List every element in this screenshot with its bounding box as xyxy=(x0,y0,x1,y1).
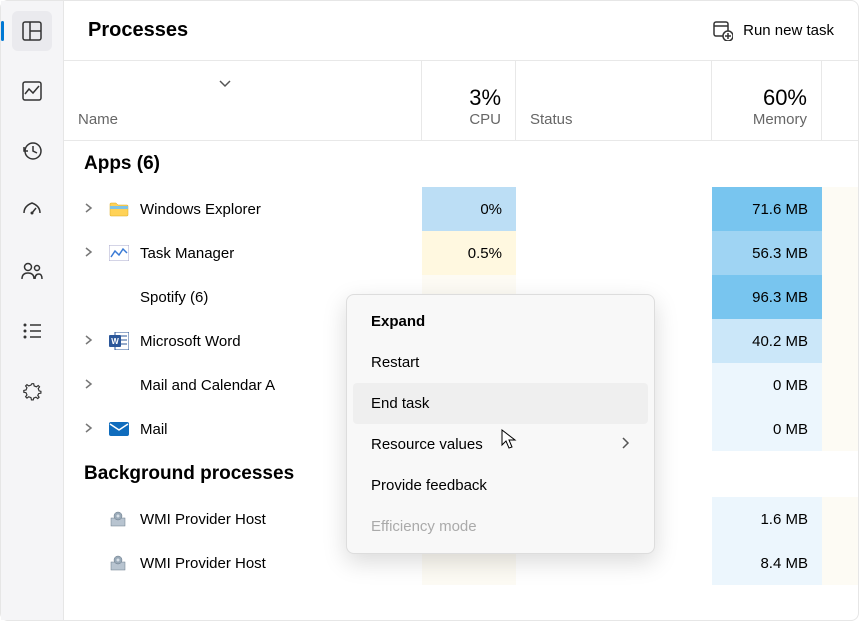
cell-fill xyxy=(822,497,858,541)
app-icon xyxy=(108,375,130,395)
col-cpu[interactable]: 3% CPU xyxy=(422,61,516,140)
app-icon xyxy=(108,553,130,573)
menu-item-provide-feedback[interactable]: Provide feedback xyxy=(353,465,648,506)
performance-icon xyxy=(22,81,42,101)
cell-fill xyxy=(822,363,858,407)
cell-cpu: 0.5% xyxy=(422,231,516,275)
col-name[interactable]: Name xyxy=(64,61,422,140)
menu-item-efficiency-mode: Efficiency mode xyxy=(353,506,648,547)
cell-memory: 96.3 MB xyxy=(712,275,822,319)
run-new-task-button[interactable]: Run new task xyxy=(713,21,834,41)
column-headers: Name 3% CPU Status 60% Memory xyxy=(64,61,858,141)
process-name: Windows Explorer xyxy=(140,201,261,218)
cell-fill xyxy=(822,541,858,585)
process-name: WMI Provider Host xyxy=(140,511,266,528)
menu-item-label: Restart xyxy=(371,354,419,371)
chevron-right-icon[interactable] xyxy=(84,378,98,393)
cell-fill xyxy=(822,319,858,363)
chevron-right-icon xyxy=(622,436,630,453)
cell-status xyxy=(516,231,712,275)
menu-item-resource-values[interactable]: Resource values xyxy=(353,424,648,465)
cell-fill xyxy=(822,231,858,275)
nav-users[interactable] xyxy=(12,251,52,291)
menu-item-label: End task xyxy=(371,395,429,412)
cell-name[interactable]: Windows Explorer xyxy=(64,187,422,231)
process-name: Mail and Calendar A xyxy=(140,377,275,394)
cell-memory: 40.2 MB xyxy=(712,319,822,363)
svg-text:W: W xyxy=(111,337,119,346)
header: Processes Run new task xyxy=(64,1,858,61)
details-icon xyxy=(22,323,42,339)
chevron-down-icon xyxy=(218,79,232,89)
chevron-right-icon[interactable] xyxy=(84,246,98,261)
col-memory[interactable]: 60% Memory xyxy=(712,61,822,140)
group-header: Apps (6) xyxy=(64,141,858,187)
chevron-right-icon[interactable] xyxy=(84,422,98,437)
app-icon xyxy=(108,199,130,219)
app-icon xyxy=(108,243,130,263)
table-row[interactable]: Task Manager 0.5% 56.3 MB xyxy=(64,231,858,275)
app-icon: W xyxy=(108,331,130,351)
chevron-right-icon[interactable] xyxy=(84,202,98,217)
process-name: Task Manager xyxy=(140,245,234,262)
menu-item-label: Efficiency mode xyxy=(371,518,477,535)
run-task-label: Run new task xyxy=(743,22,834,39)
history-icon xyxy=(22,141,42,161)
process-name: WMI Provider Host xyxy=(140,555,266,572)
services-icon xyxy=(22,381,42,401)
app-icon xyxy=(108,509,130,529)
nav-startup[interactable] xyxy=(12,191,52,231)
nav-processes[interactable] xyxy=(12,11,52,51)
processes-icon xyxy=(22,21,42,41)
cell-memory: 0 MB xyxy=(712,407,822,451)
users-icon xyxy=(21,261,43,281)
cell-memory: 8.4 MB xyxy=(712,541,822,585)
cell-memory: 1.6 MB xyxy=(712,497,822,541)
cell-memory: 71.6 MB xyxy=(712,187,822,231)
cell-fill xyxy=(822,407,858,451)
menu-item-label: Resource values xyxy=(371,436,483,453)
col-status[interactable]: Status xyxy=(516,61,712,140)
cell-memory: 0 MB xyxy=(712,363,822,407)
cell-fill xyxy=(822,275,858,319)
menu-item-label: Expand xyxy=(371,313,425,330)
nav-services[interactable] xyxy=(12,371,52,411)
menu-item-expand[interactable]: Expand xyxy=(353,301,648,342)
cell-status xyxy=(516,187,712,231)
context-menu: Expand Restart End task Resource values Prov… xyxy=(346,294,655,554)
app-icon xyxy=(108,419,130,439)
process-name: Spotify (6) xyxy=(140,289,208,306)
cell-name[interactable]: Task Manager xyxy=(64,231,422,275)
cell-cpu: 0% xyxy=(422,187,516,231)
menu-item-end-task[interactable]: End task xyxy=(353,383,648,424)
col-fill xyxy=(822,61,858,140)
nav-sidebar xyxy=(1,1,64,620)
nav-details[interactable] xyxy=(12,311,52,351)
chevron-right-icon[interactable] xyxy=(84,334,98,349)
run-task-icon xyxy=(713,21,733,41)
menu-item-restart[interactable]: Restart xyxy=(353,342,648,383)
table-row[interactable]: Windows Explorer 0% 71.6 MB xyxy=(64,187,858,231)
startup-icon xyxy=(21,201,43,221)
cell-memory: 56.3 MB xyxy=(712,231,822,275)
menu-item-label: Provide feedback xyxy=(371,477,487,494)
cell-fill xyxy=(822,187,858,231)
page-title: Processes xyxy=(88,19,188,42)
app-icon xyxy=(108,287,130,307)
process-name: Mail xyxy=(140,421,168,438)
nav-performance[interactable] xyxy=(12,71,52,111)
nav-history[interactable] xyxy=(12,131,52,171)
process-name: Microsoft Word xyxy=(140,333,241,350)
